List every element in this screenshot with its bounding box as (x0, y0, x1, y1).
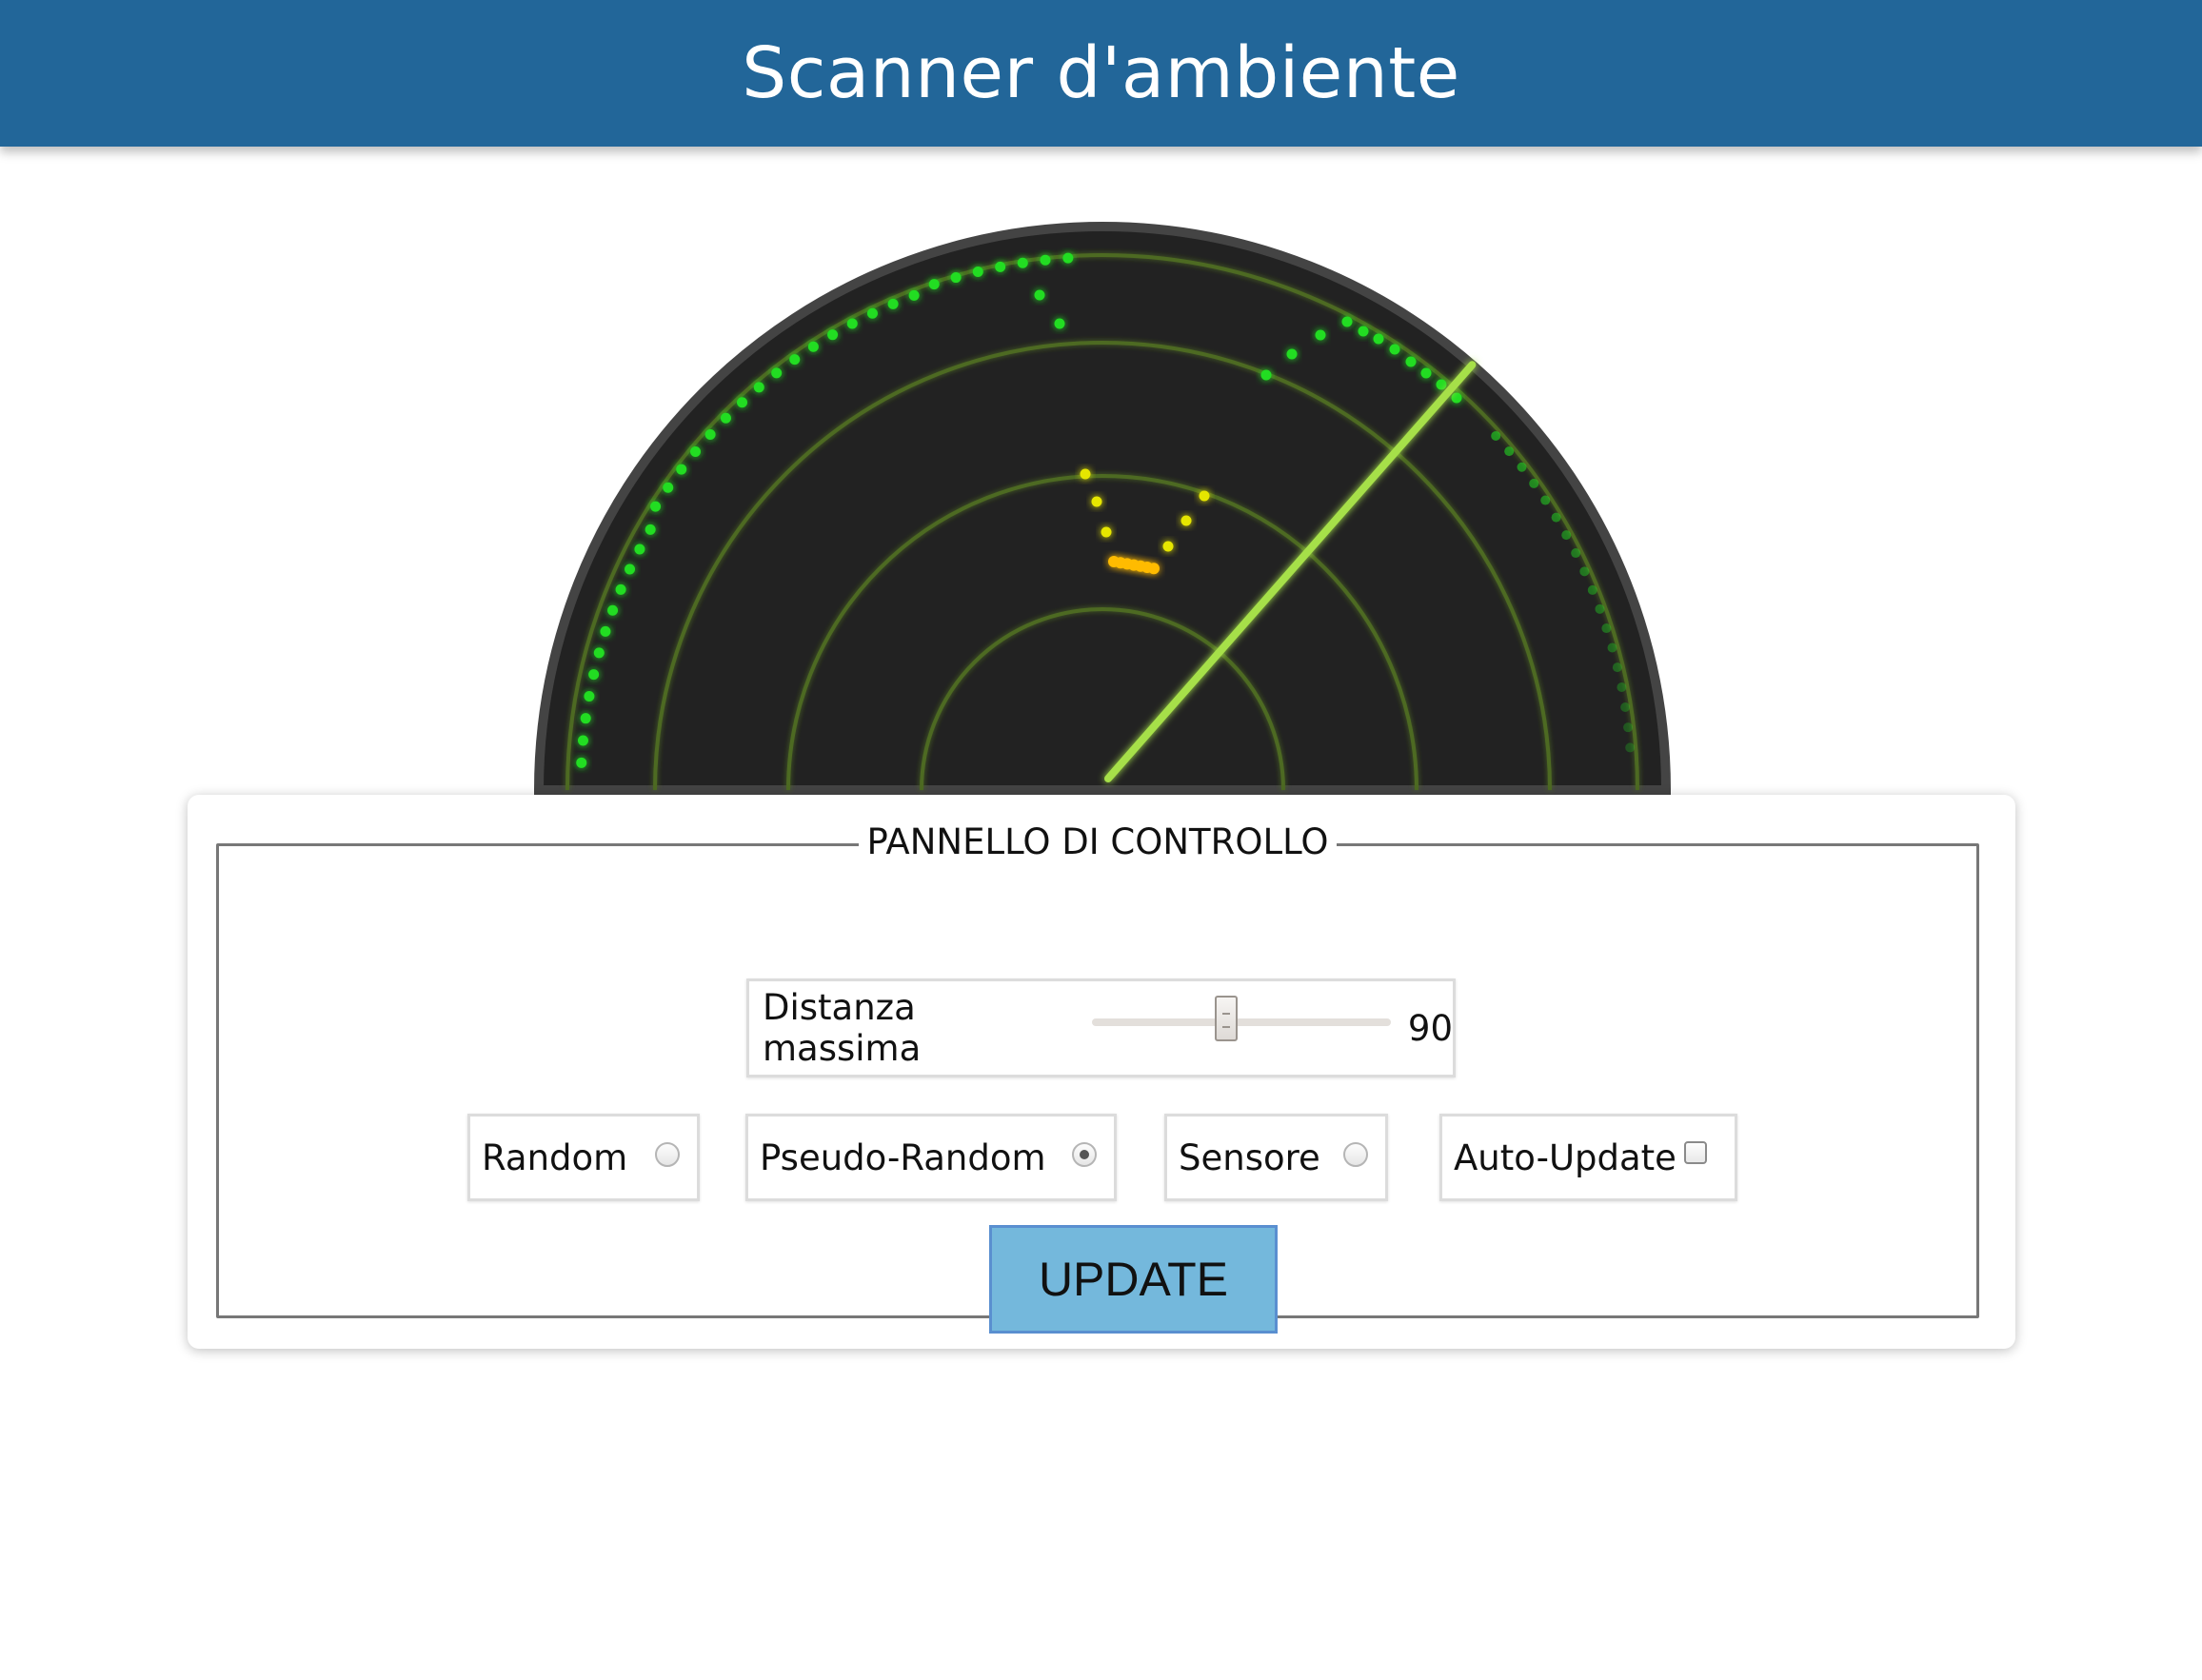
detection-point (577, 735, 588, 746)
faded-point (1612, 662, 1622, 673)
detection-point (950, 272, 962, 284)
mode-pseudo-random-radio[interactable] (1072, 1142, 1097, 1167)
faded-point (1551, 512, 1561, 523)
detection-point (807, 341, 819, 352)
faded-point (1540, 495, 1551, 505)
detection-point (600, 625, 611, 637)
detection-point (1389, 344, 1400, 355)
faded-point (1617, 682, 1627, 693)
auto-update-toggle[interactable]: Auto-Update (1439, 1114, 1737, 1201)
detection-point (663, 482, 674, 493)
detection-point (690, 445, 702, 457)
detection-point (1034, 289, 1045, 301)
detection-point (928, 279, 940, 290)
faded-point (1517, 462, 1527, 472)
faded-point (1579, 566, 1590, 577)
mode-random-label: Random (482, 1136, 628, 1178)
detection-point (607, 604, 619, 616)
detection-point (1436, 379, 1447, 390)
detection-point (789, 354, 801, 366)
detection-point (1054, 318, 1065, 329)
detection-point (866, 307, 878, 319)
detection-point (588, 669, 600, 681)
detection-point (1062, 252, 1074, 264)
inner-point (1180, 515, 1192, 526)
faded-point (1529, 478, 1539, 488)
mode-random[interactable]: Random (467, 1114, 700, 1201)
detection-point (1260, 369, 1272, 381)
faded-point (1623, 722, 1634, 733)
control-fieldset: PANNELLO DI CONTROLLO Distanza massima 9… (216, 821, 1979, 1334)
detection-point (576, 757, 587, 768)
distance-slider-group: Distanza massima 90 (746, 978, 1456, 1077)
panel-legend: PANNELLO DI CONTROLLO (859, 821, 1337, 862)
faded-point (1587, 584, 1597, 595)
detection-point (1420, 367, 1432, 379)
update-button[interactable]: UPDATE (989, 1225, 1278, 1334)
mode-sensor[interactable]: Sensore (1164, 1114, 1388, 1201)
distance-value: 90 (1407, 1007, 1453, 1049)
detection-point (846, 318, 858, 329)
faded-point (1571, 548, 1581, 559)
auto-update-label: Auto-Update (1454, 1136, 1676, 1178)
detection-point (676, 464, 687, 475)
distance-slider[interactable] (1092, 996, 1391, 1041)
detection-point (584, 691, 595, 702)
detection-point (753, 382, 764, 393)
mode-sensor-radio[interactable] (1343, 1142, 1368, 1167)
detection-point (1286, 348, 1298, 360)
faded-point (1620, 702, 1631, 713)
faded-point (1561, 530, 1572, 541)
detection-point (625, 563, 636, 575)
faded-point (1601, 623, 1612, 634)
faded-point (1595, 603, 1605, 614)
auto-update-checkbox[interactable] (1683, 1141, 1707, 1164)
detection-point (887, 298, 899, 309)
faded-point (1607, 642, 1617, 653)
inner-point (1080, 468, 1091, 480)
detection-point (634, 544, 645, 555)
detection-point (1451, 392, 1462, 404)
mode-pseudo-random-label: Pseudo-Random (760, 1136, 1046, 1178)
detection-point (972, 266, 983, 277)
detection-point (1315, 329, 1326, 341)
radar-dish (533, 222, 1672, 795)
detection-point (720, 412, 731, 424)
control-panel: PANNELLO DI CONTROLLO Distanza massima 9… (188, 795, 2015, 1349)
mode-sensor-label: Sensore (1179, 1136, 1320, 1178)
detection-point (615, 583, 626, 595)
detection-point (645, 524, 656, 535)
detection-point (1358, 326, 1369, 337)
detection-point (1341, 316, 1353, 327)
slider-thumb[interactable] (1215, 996, 1239, 1041)
center-point (1148, 563, 1160, 575)
distance-label: Distanza massima (763, 987, 922, 1069)
faded-point (1504, 446, 1515, 457)
detection-point (593, 647, 605, 659)
detection-point (704, 429, 716, 441)
faded-point (1625, 742, 1636, 753)
mode-random-radio[interactable] (655, 1142, 680, 1167)
detection-point (1040, 254, 1051, 266)
detection-point (580, 713, 591, 724)
faded-point (1491, 430, 1501, 441)
inner-point (1199, 490, 1210, 502)
detection-point (1373, 333, 1384, 345)
detection-point (1017, 257, 1028, 268)
inner-point (1101, 526, 1112, 538)
detection-point (827, 329, 839, 341)
detection-point (1405, 356, 1417, 367)
detection-point (771, 367, 783, 379)
detection-point (737, 397, 748, 408)
detection-point (995, 261, 1006, 272)
inner-point (1091, 496, 1102, 507)
detection-point (908, 289, 920, 301)
detection-point (650, 501, 662, 512)
inner-point (1162, 541, 1174, 552)
mode-pseudo-random[interactable]: Pseudo-Random (745, 1114, 1117, 1201)
